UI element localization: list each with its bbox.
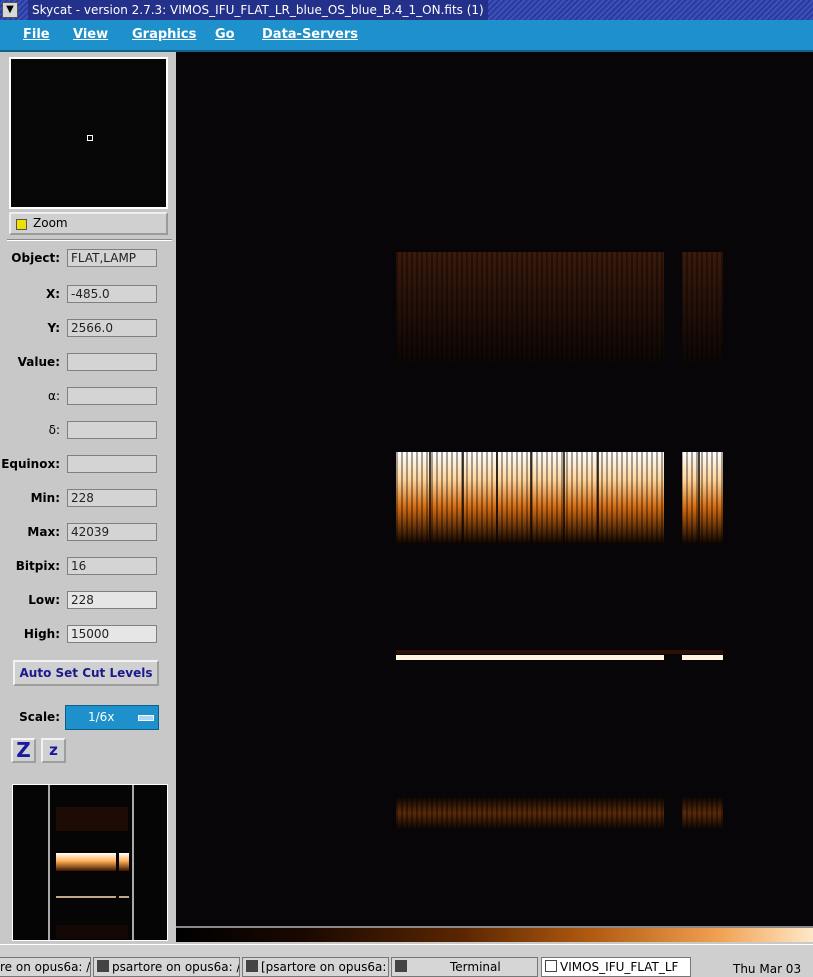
low-input[interactable]: 228 xyxy=(67,591,157,609)
taskbar-item-label: re on opus6a: / xyxy=(0,960,91,974)
min-field[interactable]: 228 xyxy=(67,489,157,507)
scale-value: 1/6x xyxy=(88,710,115,724)
high-input[interactable]: 15000 xyxy=(67,625,157,643)
fits-image xyxy=(396,252,723,829)
object-label: Object: xyxy=(11,251,60,265)
object-field[interactable]: FLAT,LAMP xyxy=(67,249,157,267)
y-label: Y: xyxy=(47,321,60,335)
option-menu-indicator-icon xyxy=(138,715,154,721)
pan-view-box[interactable] xyxy=(87,135,93,141)
bitpix-field[interactable]: 16 xyxy=(67,557,157,575)
delta-field[interactable] xyxy=(67,421,157,439)
scale-label: Scale: xyxy=(19,710,60,724)
max-field[interactable]: 42039 xyxy=(67,523,157,541)
max-label: Max: xyxy=(27,525,60,539)
taskbar-item-terminal-2[interactable]: psartore on opus6a: /h xyxy=(93,957,240,977)
taskbar-item-label: VIMOS_IFU_FLAT_LF xyxy=(560,960,679,974)
x-label: X: xyxy=(45,287,60,301)
equinox-field[interactable] xyxy=(67,455,157,473)
window-icon xyxy=(545,960,557,972)
value-field[interactable] xyxy=(67,353,157,371)
menu-view[interactable]: View xyxy=(73,27,108,42)
taskbar-item-skycat[interactable]: VIMOS_IFU_FLAT_LF xyxy=(541,957,691,977)
window-titlebar[interactable]: ▼ Skycat - version 2.7.3: VIMOS_IFU_FLAT… xyxy=(0,0,813,20)
auto-set-cut-levels-button[interactable]: Auto Set Cut Levels xyxy=(13,660,159,686)
low-label: Low: xyxy=(28,593,60,607)
taskbar-item-label: psartore on opus6a: /h xyxy=(112,960,240,974)
bitpix-label: Bitpix: xyxy=(15,559,60,573)
taskbar-item-terminal-3[interactable]: [psartore on opus6a: / xyxy=(242,957,389,977)
menu-file[interactable]: File xyxy=(23,27,50,42)
chevron-down-icon[interactable]: ▼ xyxy=(2,2,18,18)
menubar: File View Graphics Go Data-Servers xyxy=(0,20,813,52)
taskbar: re on opus6a: / psartore on opus6a: /h [… xyxy=(0,944,813,977)
terminal-icon xyxy=(97,960,109,972)
taskbar-item-label: Terminal xyxy=(450,960,501,974)
zoom-indicator-icon xyxy=(16,219,27,230)
high-label: High: xyxy=(23,627,60,641)
terminal-icon xyxy=(395,960,407,972)
window-title: Skycat - version 2.7.3: VIMOS_IFU_FLAT_L… xyxy=(28,0,488,20)
magnifier-image xyxy=(48,785,134,940)
scale-select[interactable]: 1/6x xyxy=(65,705,159,730)
zoom-in-button[interactable]: Z xyxy=(11,738,36,763)
colorbar[interactable] xyxy=(176,926,813,942)
zoom-out-button[interactable]: z xyxy=(41,738,66,763)
value-label: Value: xyxy=(17,355,60,369)
clock: Thu Mar 03 xyxy=(733,962,802,976)
taskbar-item-terminal-1[interactable]: re on opus6a: / xyxy=(0,957,91,977)
divider xyxy=(7,239,172,241)
magnifier-window[interactable] xyxy=(12,784,168,941)
min-label: Min: xyxy=(30,491,60,505)
taskbar-item-label: [psartore on opus6a: / xyxy=(261,960,389,974)
terminal-icon xyxy=(246,960,258,972)
zoom-label: Zoom xyxy=(33,216,68,230)
left-panel: Zoom Object: FLAT,LAMP X: -485.0 Y: 2566… xyxy=(0,52,176,944)
menu-data-servers[interactable]: Data-Servers xyxy=(262,27,358,42)
delta-label: δ: xyxy=(48,423,60,437)
menu-go[interactable]: Go xyxy=(215,27,235,42)
menu-graphics[interactable]: Graphics xyxy=(132,27,196,42)
y-field[interactable]: 2566.0 xyxy=(67,319,157,337)
alpha-label: α: xyxy=(48,389,60,403)
taskbar-item-terminal-4[interactable]: Terminal xyxy=(391,957,538,977)
equinox-label: Equinox: xyxy=(1,457,60,471)
image-display[interactable] xyxy=(176,52,813,926)
zoom-toggle[interactable]: Zoom xyxy=(9,212,168,235)
x-field[interactable]: -485.0 xyxy=(67,285,157,303)
pan-window[interactable] xyxy=(9,57,168,209)
alpha-field[interactable] xyxy=(67,387,157,405)
